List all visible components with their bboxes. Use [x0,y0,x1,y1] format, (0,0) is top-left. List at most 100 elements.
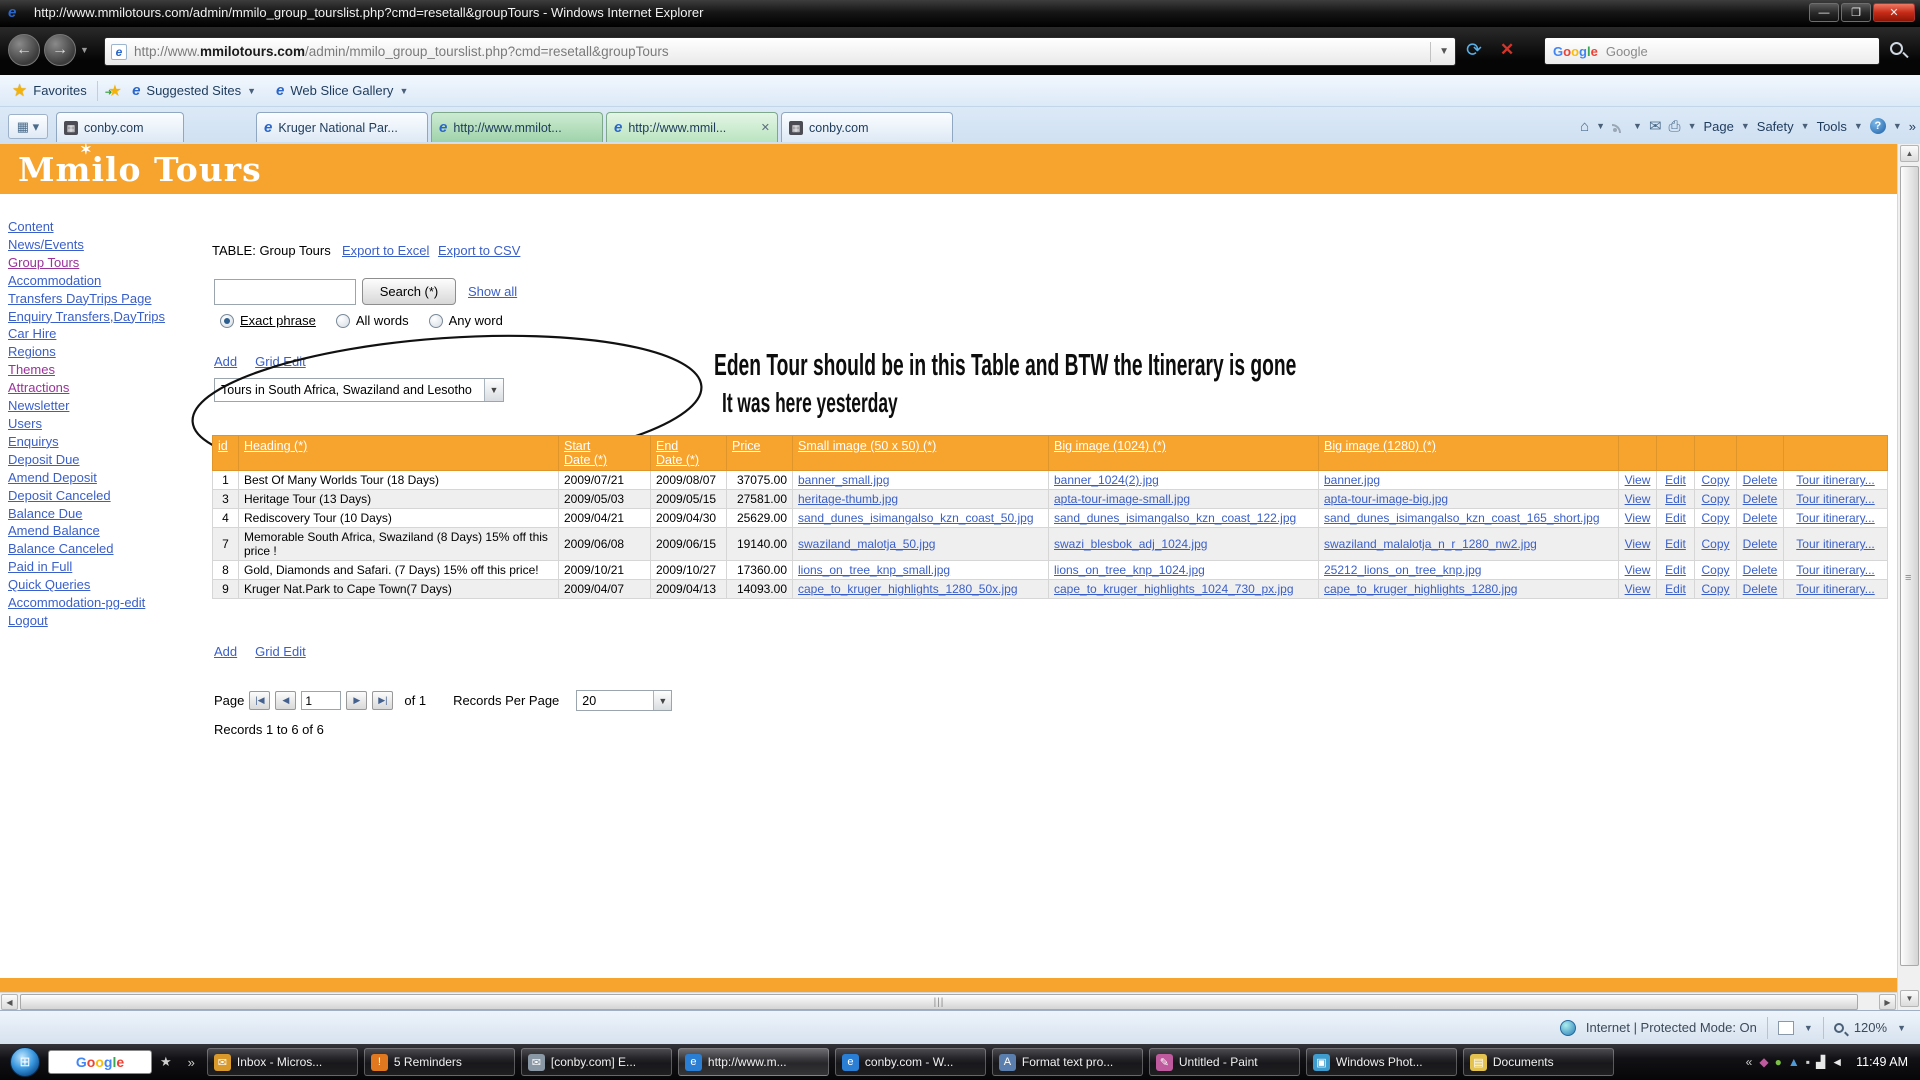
image-link[interactable]: apta-tour-image-small.jpg [1054,492,1190,506]
image-link[interactable]: cape_to_kruger_highlights_1280_50x.jpg [798,582,1018,596]
grid-edit-link-bottom[interactable]: Grid Edit [255,644,306,659]
search-box[interactable]: Google Google [1544,37,1880,65]
add-link[interactable]: Add [214,354,237,369]
tour-itinerary-link[interactable]: Tour itinerary... [1796,473,1874,487]
add-link-bottom[interactable]: Add [214,644,237,659]
search-input[interactable] [214,279,356,305]
image-link[interactable]: lions_on_tree_knp_1024.jpg [1054,563,1205,577]
show-all-link[interactable]: Show all [468,284,517,299]
browser-tab-2[interactable]: eKruger National Par... [256,112,428,142]
sidebar-item-accommodation-pg-edit[interactable]: Accommodation-pg-edit [8,594,208,612]
minimize-button[interactable]: — [1809,3,1839,22]
tools-menu[interactable]: Tools [1817,119,1847,134]
network-icon[interactable]: ▟ [1816,1055,1825,1069]
horizontal-scrollbar[interactable]: ◀ ||| ▶ [0,992,1897,1010]
quick-tabs-icon[interactable]: ▦ ▾ [8,114,48,139]
help-icon[interactable]: ? [1870,118,1886,134]
taskbar-button-documents[interactable]: ▤Documents [1463,1048,1614,1076]
deletelink[interactable]: Delete [1743,582,1778,596]
sidebar-item-users[interactable]: Users [8,415,208,433]
home-icon[interactable]: ⌂ [1580,118,1589,135]
image-link[interactable]: lions_on_tree_knp_small.jpg [798,563,950,577]
image-link[interactable]: sand_dunes_isimangalso_kzn_coast_165_sho… [1324,511,1600,525]
sidebar-item-newsletter[interactable]: Newsletter [8,397,208,415]
editlink[interactable]: Edit [1665,473,1686,487]
sidebar-item-attractions[interactable]: Attractions [8,379,208,397]
security-shield-icon[interactable]: ▲ [1788,1055,1800,1069]
sidebar-item-group-tours[interactable]: Group Tours [8,254,208,272]
radio-any-word[interactable]: Any word [429,313,503,328]
zoom-level[interactable]: 120% [1854,1020,1887,1035]
usb-tray-icon[interactable]: ▪ [1806,1055,1810,1069]
sidebar-item-deposit-due[interactable]: Deposit Due [8,451,208,469]
grid-edit-link[interactable]: Grid Edit [255,354,306,369]
taskbar-button-untitled-paint[interactable]: ✎Untitled - Paint [1149,1048,1300,1076]
export-csv-link[interactable]: Export to CSV [438,243,520,258]
records-per-page-select[interactable]: 20 ▼ [576,690,672,711]
back-button[interactable]: ← [8,34,40,66]
image-link[interactable]: banner_1024(2).jpg [1054,473,1159,487]
radio-exact-phrase[interactable]: Exact phrase [220,313,316,328]
web-slice-gallery-button[interactable]: e Web Slice Gallery▼ [266,78,418,104]
image-link[interactable]: swaziland_malotja_50.jpg [798,537,935,551]
scroll-down-icon[interactable]: ▼ [1900,990,1919,1007]
deletelink[interactable]: Delete [1743,473,1778,487]
sidebar-item-themes[interactable]: Themes [8,361,208,379]
sidebar-item-content[interactable]: Content [8,218,208,236]
app-tray-icon[interactable]: ◆ [1759,1055,1768,1069]
page-number-input[interactable] [301,691,341,710]
sidebar-item-logout[interactable]: Logout [8,612,208,630]
sidebar-item-amend-balance[interactable]: Amend Balance [8,522,208,540]
tray-expand-icon[interactable]: « [1746,1055,1753,1069]
editlink[interactable]: Edit [1665,537,1686,551]
image-link[interactable]: cape_to_kruger_highlights_1024_730_px.jp… [1054,582,1294,596]
browser-tab-1[interactable]: ▦conby.com [56,112,184,142]
sidebar-item-enquirys[interactable]: Enquirys [8,433,208,451]
taskbar-button-http-www-m-[interactable]: ehttp://www.m... [678,1048,829,1076]
print-icon[interactable]: ⎙ [1669,118,1681,135]
suggested-sites-button[interactable]: e Suggested Sites▼ [122,78,266,104]
sidebar-item-transfers-daytrips-page[interactable]: Transfers DayTrips Page [8,290,208,308]
sidebar-item-paid-in-full[interactable]: Paid in Full [8,558,208,576]
column-header[interactable]: Big image (1024) (*) [1049,436,1319,471]
sidebar-item-amend-deposit[interactable]: Amend Deposit [8,469,208,487]
toolbar-star-icon[interactable]: ★ [160,1054,172,1070]
horizontal-scroll-thumb[interactable]: ||| [20,994,1858,1010]
radio-dot-icon[interactable] [429,314,443,328]
taskbar-button-format-text-pro-[interactable]: AFormat text pro... [992,1048,1143,1076]
image-link[interactable]: sand_dunes_isimangalso_kzn_coast_122.jpg [1054,511,1296,525]
sidebar-item-balance-due[interactable]: Balance Due [8,505,208,523]
add-favorite-icon[interactable]: ★ [108,81,122,101]
address-dropdown-icon[interactable]: ▼ [1430,42,1449,62]
sync-tray-icon[interactable]: ● [1775,1055,1782,1069]
tour-itinerary-link[interactable]: Tour itinerary... [1796,563,1874,577]
sidebar-item-deposit-canceled[interactable]: Deposit Canceled [8,487,208,505]
close-button[interactable]: ✕ [1873,3,1915,22]
column-header[interactable]: id [213,436,239,471]
scroll-right-icon[interactable]: ▶ [1879,994,1896,1010]
sidebar-item-enquiry-transfers-daytrips[interactable]: Enquiry Transfers,DayTrips [8,308,208,326]
sidebar-item-car-hire[interactable]: Car Hire [8,325,208,343]
image-link[interactable]: cape_to_kruger_highlights_1280.jpg [1324,582,1517,596]
tour-category-select[interactable]: Tours in South Africa, Swaziland and Les… [214,378,504,402]
tour-itinerary-link[interactable]: Tour itinerary... [1796,582,1874,596]
google-desktop-search[interactable]: Google [48,1050,152,1074]
chevron-down-icon[interactable]: ▼ [653,691,671,710]
viewlink[interactable]: View [1625,563,1651,577]
column-header[interactable]: End Date (*) [651,436,727,471]
favorites-star-icon[interactable]: ★ [12,81,27,101]
viewlink[interactable]: View [1625,492,1651,506]
forward-button[interactable]: → [44,34,76,66]
browser-tab-4[interactable]: ehttp://www.mmil...✕ [606,112,778,142]
editlink[interactable]: Edit [1665,582,1686,596]
viewlink[interactable]: View [1625,537,1651,551]
recent-pages-dropdown-icon[interactable]: ▼ [80,45,89,55]
deletelink[interactable]: Delete [1743,563,1778,577]
export-excel-link[interactable]: Export to Excel [342,243,429,258]
editlink[interactable]: Edit [1665,511,1686,525]
prev-page-button-icon[interactable]: ◀ [275,691,296,710]
maximize-button[interactable]: ❐ [1841,3,1871,22]
vertical-scroll-thumb[interactable]: ≡ [1900,166,1919,966]
sidebar-item-balance-canceled[interactable]: Balance Canceled [8,540,208,558]
vertical-scrollbar[interactable]: ▲ ≡ ▼ [1897,144,1920,1010]
